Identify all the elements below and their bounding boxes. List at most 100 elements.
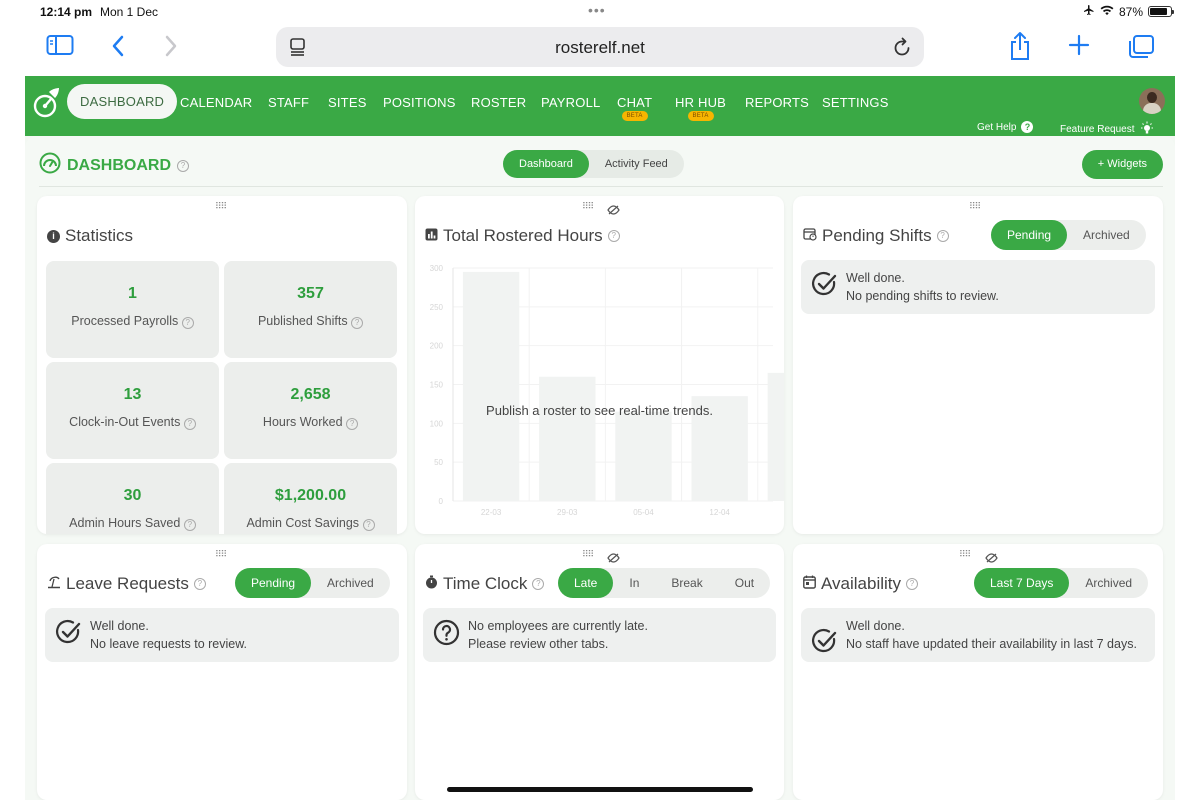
drag-handle-icon[interactable]: ⠿⠿ bbox=[969, 201, 981, 212]
tab-archived[interactable]: Archived bbox=[311, 568, 390, 598]
tab-dashboard[interactable]: Dashboard bbox=[503, 150, 589, 178]
tab-archived[interactable]: Archived bbox=[1069, 568, 1148, 598]
statistics-card: ⠿⠿ i Statistics 1 Processed Payrolls ? 3… bbox=[37, 196, 407, 534]
tabs-overview-icon[interactable] bbox=[1127, 34, 1155, 65]
nav-chat-label: CHAT bbox=[617, 95, 653, 110]
share-icon[interactable] bbox=[1008, 31, 1032, 66]
time-clock-card: ⠿⠿ Time Clock ? Late In Break Out No emp… bbox=[415, 544, 784, 800]
home-indicator[interactable] bbox=[447, 787, 753, 792]
timeclock-tabs: Late In Break Out bbox=[558, 568, 771, 598]
stat-label-text: Clock-in-Out Events bbox=[69, 415, 181, 429]
rosterelf-logo-icon[interactable] bbox=[33, 86, 61, 125]
drag-handle-icon[interactable]: ⠿⠿ bbox=[582, 201, 594, 212]
nav-chat[interactable]: CHAT BETA bbox=[617, 95, 653, 121]
hide-eye-icon[interactable] bbox=[607, 202, 620, 220]
empty-state-message: Well done. No pending shifts to review. bbox=[801, 260, 1155, 314]
y-tick-label: 50 bbox=[434, 458, 443, 467]
drag-handle-icon[interactable]: ⠿⠿ bbox=[215, 201, 227, 212]
y-tick-label: 300 bbox=[430, 264, 444, 273]
tab-late[interactable]: Late bbox=[558, 568, 614, 598]
nav-dashboard[interactable]: DASHBOARD bbox=[67, 84, 178, 119]
new-tab-icon[interactable] bbox=[1068, 34, 1090, 61]
nav-reports[interactable]: REPORTS bbox=[745, 95, 809, 110]
tab-archived[interactable]: Archived bbox=[1067, 220, 1146, 250]
tab-pending[interactable]: Pending bbox=[991, 220, 1068, 250]
hide-eye-icon[interactable] bbox=[985, 550, 998, 568]
help-icon[interactable]: ? bbox=[607, 230, 620, 242]
drag-handle-icon[interactable]: ⠿⠿ bbox=[959, 549, 971, 560]
nav-sites[interactable]: SITES bbox=[328, 95, 367, 110]
multitasking-dots-icon[interactable]: ••• bbox=[588, 2, 606, 18]
back-icon[interactable] bbox=[110, 34, 126, 63]
help-icon[interactable]: ? bbox=[183, 418, 196, 430]
help-icon[interactable]: ? bbox=[181, 317, 194, 329]
help-icon[interactable]: ? bbox=[346, 418, 359, 430]
add-widgets-button[interactable]: + Widgets bbox=[1081, 150, 1163, 179]
stat-label: Processed Payrolls ? bbox=[46, 314, 219, 329]
stat-label: Hours Worked ? bbox=[224, 415, 397, 430]
availability-card: ⠿⠿ Availability ? Last 7 Days Archived W… bbox=[793, 544, 1163, 800]
x-tick-label: 05-04 bbox=[633, 508, 654, 517]
help-icon[interactable]: ? bbox=[351, 317, 364, 329]
stat-published-shifts: 357 Published Shifts ? bbox=[224, 261, 397, 358]
help-icon[interactable]: ? bbox=[183, 519, 196, 531]
forward-icon[interactable] bbox=[163, 34, 179, 63]
stat-admin-cost-savings: $1,200.00 Admin Cost Savings ? bbox=[224, 463, 397, 534]
card-title: Availability ? bbox=[803, 574, 919, 594]
nav-calendar[interactable]: CALENDAR bbox=[180, 95, 252, 110]
nav-positions[interactable]: POSITIONS bbox=[383, 95, 456, 110]
help-icon[interactable]: ? bbox=[177, 159, 189, 172]
help-icon[interactable]: ? bbox=[362, 519, 375, 531]
nav-roster[interactable]: ROSTER bbox=[471, 95, 526, 110]
stat-label-text: Admin Hours Saved bbox=[69, 516, 181, 530]
main-navbar: DASHBOARD CALENDAR STAFF SITES POSITIONS… bbox=[25, 76, 1175, 136]
leave-title: Leave Requests bbox=[66, 574, 189, 593]
nav-settings[interactable]: SETTINGS bbox=[822, 95, 889, 110]
nav-payroll[interactable]: PAYROLL bbox=[541, 95, 600, 110]
pending-shifts-card: ⠿⠿ Pending Shifts ? Pending Archived Wel… bbox=[793, 196, 1163, 534]
stat-value: 30 bbox=[123, 487, 142, 504]
stat-clock-events: 13 Clock-in-Out Events ? bbox=[46, 362, 219, 459]
airplane-icon bbox=[1083, 4, 1095, 19]
nav-hr-hub-label: HR HUB bbox=[675, 95, 727, 110]
tab-out[interactable]: Out bbox=[719, 568, 770, 598]
check-circle-icon bbox=[811, 628, 838, 660]
help-icon[interactable]: ? bbox=[193, 578, 206, 590]
nav-hr-hub[interactable]: HR HUB BETA bbox=[675, 95, 727, 121]
leave-requests-card: ⠿⠿ Leave Requests ? Pending Archived Wel… bbox=[37, 544, 407, 800]
stat-admin-hours-saved: 30 Admin Hours Saved ? bbox=[46, 463, 219, 534]
address-bar[interactable]: rosterelf.net bbox=[276, 27, 924, 67]
y-tick-label: 250 bbox=[430, 303, 444, 312]
message-line: Please review other tabs. bbox=[468, 637, 609, 651]
stat-value: 1 bbox=[128, 285, 137, 302]
user-avatar[interactable] bbox=[1139, 88, 1165, 114]
help-icon[interactable]: ? bbox=[532, 578, 545, 590]
help-icon[interactable]: ? bbox=[936, 230, 949, 242]
calendar-clock-icon bbox=[803, 226, 817, 246]
tab-pending[interactable]: Pending bbox=[235, 568, 312, 598]
sidebar-icon[interactable] bbox=[46, 34, 74, 61]
help-circle-icon: ? bbox=[1021, 121, 1034, 133]
tab-break[interactable]: Break bbox=[655, 568, 718, 598]
status-time: 12:14 pm bbox=[40, 5, 93, 19]
stat-label-text: Admin Cost Savings bbox=[246, 516, 360, 530]
leave-tabs: Pending Archived bbox=[235, 568, 390, 598]
drag-handle-icon[interactable]: ⠿⠿ bbox=[582, 549, 594, 560]
hide-eye-icon[interactable] bbox=[607, 550, 620, 568]
stat-label: Published Shifts ? bbox=[224, 314, 397, 329]
chart-bar bbox=[615, 411, 672, 501]
help-icon[interactable]: ? bbox=[906, 578, 919, 590]
drag-handle-icon[interactable]: ⠿⠿ bbox=[215, 549, 227, 560]
info-icon: i bbox=[47, 229, 60, 243]
y-tick-label: 0 bbox=[439, 497, 444, 506]
reload-icon[interactable] bbox=[892, 36, 912, 63]
tab-last-7-days[interactable]: Last 7 Days bbox=[974, 568, 1070, 598]
get-help-link[interactable]: Get Help ? bbox=[977, 121, 1034, 133]
rostered-hours-card: ⠿⠿ Total Rostered Hours ? 0 50 100 150 200 25… bbox=[415, 196, 784, 534]
tab-activity-feed[interactable]: Activity Feed bbox=[589, 150, 684, 178]
tab-in[interactable]: In bbox=[613, 568, 655, 598]
stat-processed-payrolls: 1 Processed Payrolls ? bbox=[46, 261, 219, 358]
nav-staff[interactable]: STAFF bbox=[268, 95, 309, 110]
stat-label: Admin Hours Saved ? bbox=[46, 516, 219, 531]
pending-shifts-title: Pending Shifts bbox=[822, 226, 932, 245]
